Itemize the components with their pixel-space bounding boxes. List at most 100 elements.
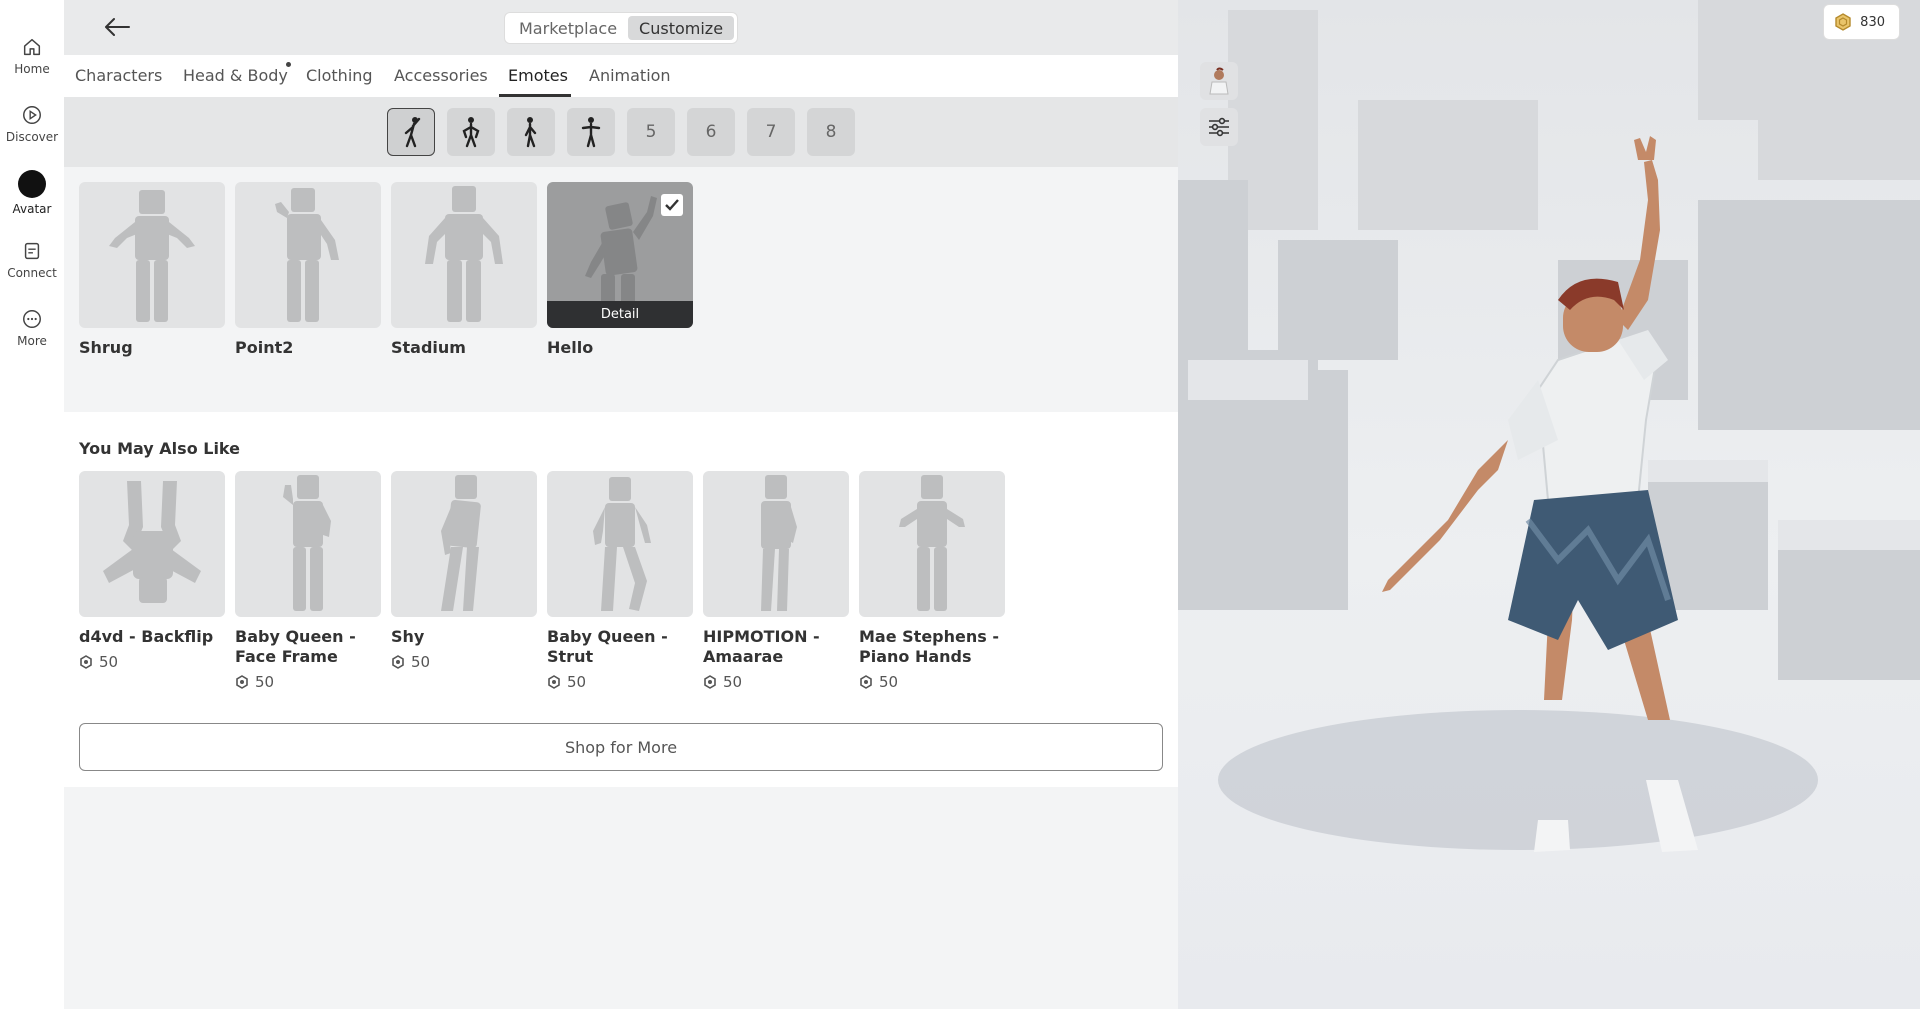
item-name: Mae Stephens - Piano Hands [859,627,999,666]
emote-thumbnail [79,182,225,328]
price-value: 50 [99,653,119,671]
nav-avatar-label: Avatar [12,202,52,216]
robux-icon [860,675,872,689]
settings-sliders-button[interactable] [1200,108,1238,146]
emote-slot-7[interactable]: 7 [747,108,795,156]
tab-characters[interactable]: Characters [75,66,162,85]
tab-animation[interactable]: Animation [589,66,671,85]
item-thumbnail [391,471,537,617]
emote-figure-icon [462,117,480,148]
emote-slot-5[interactable]: 5 [627,108,675,156]
mode-switch: Marketplace Customize [504,12,739,44]
shop-for-more-button[interactable]: Shop for More [79,723,1163,771]
connect-icon [24,242,40,260]
robux-balance[interactable]: 830 [1823,4,1900,40]
left-navigation: Home Discover Avatar Connect More [0,0,64,1009]
item-price: 50 [391,653,537,671]
recommended-item[interactable]: HIPMOTION - Amaarae 50 [703,471,849,691]
item-price: 50 [859,673,1005,691]
nav-discover-label: Discover [5,130,59,144]
item-thumbnail [859,471,1005,617]
emote-name: Hello [547,338,594,357]
avatar-preview-button[interactable] [1200,62,1238,100]
checkmark-icon [661,194,683,216]
item-price: 50 [235,673,381,691]
item-price: 50 [79,653,225,671]
price-value: 50 [723,673,743,691]
emote-slot-2[interactable] [447,108,495,156]
category-tabs: Characters Head & Body Clothing Accessor… [64,55,1178,97]
hipmotion-figure [761,475,797,611]
stadium-figure [425,186,503,322]
tab-emotes[interactable]: Emotes [508,66,568,85]
emote-slot-8[interactable]: 8 [807,108,855,156]
equipped-emotes: Shrug Point2 Stadium Detail Hello [64,167,1178,412]
tab-head-body[interactable]: Head & Body [183,66,288,85]
avatar-viewport[interactable]: 830 [1178,0,1920,1009]
robux-icon [236,675,248,689]
robux-icon [704,675,716,689]
avatar-thumbnail-icon [1209,67,1229,95]
price-value: 50 [411,653,431,671]
nav-home[interactable]: Home [0,36,64,76]
tab-accessories[interactable]: Accessories [394,66,488,85]
point2-figure [275,188,339,322]
piano-hands-figure [899,475,965,611]
new-indicator-dot [286,62,291,67]
top-bar: Marketplace Customize [64,0,1178,55]
nav-discover[interactable]: Discover [0,104,64,144]
avatar-icon [18,170,46,198]
item-thumbnail [79,471,225,617]
item-thumbnail [547,471,693,617]
strut-figure [593,477,651,611]
nav-connect-label: Connect [7,266,57,280]
detail-button[interactable]: Detail [547,301,693,328]
emote-figure-icon [581,117,601,148]
price-value: 50 [879,673,899,691]
backflip-figure [103,481,201,603]
recommended-item[interactable]: Baby Queen - Face Frame 50 [235,471,381,691]
emote-thumbnail [235,182,381,328]
shrug-figure [109,190,195,322]
discover-icon [23,106,41,124]
recommended-item[interactable]: Baby Queen - Strut 50 [547,471,693,691]
nav-more-label: More [17,334,47,348]
item-name: Baby Queen - Strut [547,627,668,666]
recommended-item[interactable]: d4vd - Backflip 50 [79,471,225,671]
emote-card-selected[interactable]: Detail Hello [547,182,693,358]
emote-slot-6[interactable]: 6 [687,108,735,156]
emote-slots-bar: 5 6 7 8 [64,97,1178,167]
emote-card[interactable]: Point2 [235,182,381,358]
recommended-item[interactable]: Mae Stephens - Piano Hands 50 [859,471,1005,691]
recommendations-section: You May Also Like d4vd - Backflip 50 Bab… [64,412,1178,787]
sliders-icon [1209,117,1229,137]
customize-panel: Marketplace Customize Characters Head & … [64,0,1178,1009]
home-icon [23,38,41,56]
price-value: 50 [567,673,587,691]
item-price: 50 [547,673,693,691]
emote-card[interactable]: Shrug [79,182,225,358]
emote-name: Stadium [391,338,466,357]
nav-connect[interactable]: Connect [0,240,64,280]
item-price: 50 [703,673,849,691]
tab-clothing[interactable]: Clothing [306,66,373,85]
customize-tab[interactable]: Customize [628,16,735,40]
emote-slot-3[interactable] [507,108,555,156]
marketplace-tab[interactable]: Marketplace [508,16,628,40]
item-thumbnail [235,471,381,617]
item-name: d4vd - Backflip [79,627,214,646]
back-arrow-icon[interactable] [102,14,132,40]
price-value: 50 [255,673,275,691]
emote-figure-icon [524,117,537,148]
robux-icon [548,675,560,689]
item-name: HIPMOTION - Amaarae [703,627,820,666]
emote-card[interactable]: Stadium [391,182,537,358]
emote-slot-4[interactable] [567,108,615,156]
emote-slot-1[interactable] [387,108,435,156]
emote-name: Point2 [235,338,294,357]
item-name: Baby Queen - Face Frame [235,627,356,666]
recommended-item[interactable]: Shy 50 [391,471,537,671]
robux-icon [392,655,404,669]
nav-avatar[interactable]: Avatar [0,170,64,216]
nav-more[interactable]: More [0,308,64,348]
